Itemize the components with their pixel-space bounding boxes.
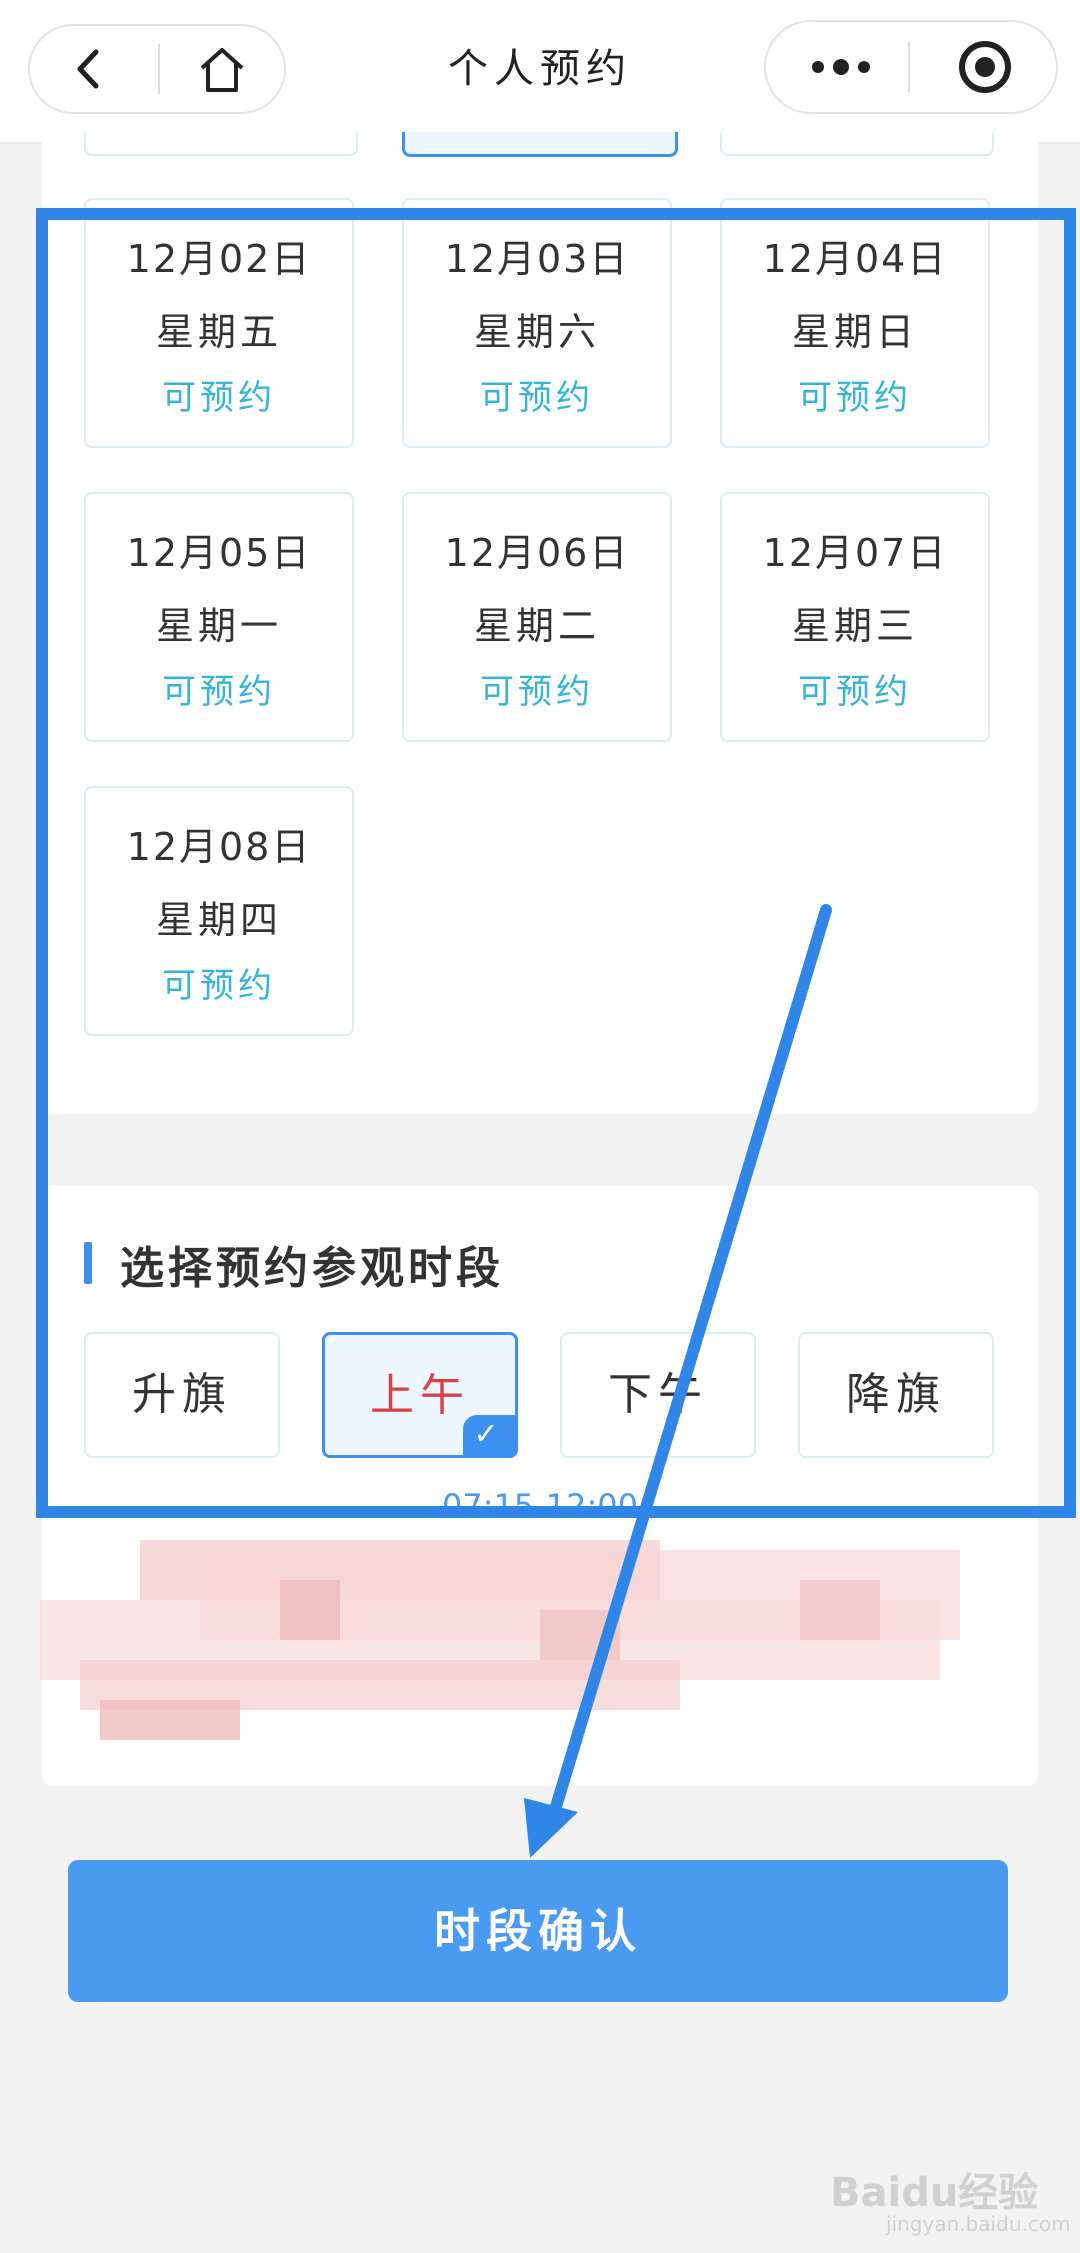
watermark-logo: Baidu经验 <box>830 2170 1039 2216</box>
annotation-arrow-icon <box>524 904 832 1858</box>
watermark-url: jingyan.baidu.com <box>886 2212 1071 2236</box>
